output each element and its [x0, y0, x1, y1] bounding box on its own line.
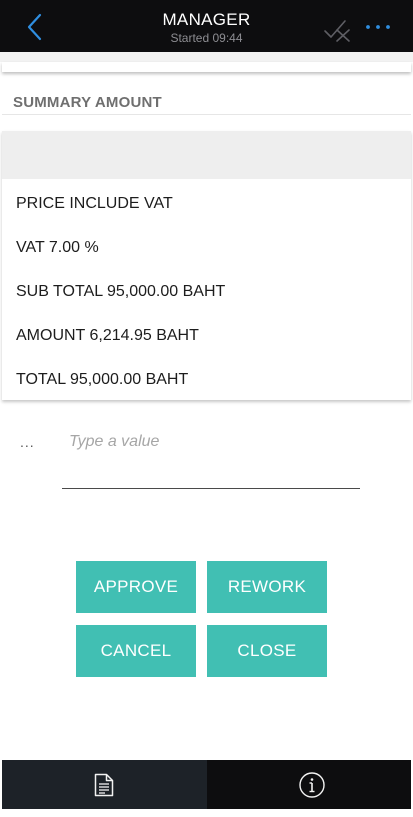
- input-prefix: ...: [20, 434, 35, 450]
- header-divider: [0, 52, 413, 62]
- document-icon: [94, 773, 114, 797]
- summary-row: VAT 7.00 %: [16, 239, 99, 256]
- summary-row: TOTAL 95,000.00 BAHT: [16, 371, 189, 388]
- bottom-tab-bar: [2, 760, 411, 809]
- app-screen: MANAGER Started 09:44 SUMMARY AMOUNT PRI…: [0, 0, 413, 817]
- tab-info[interactable]: [207, 760, 411, 809]
- summary-row: SUB TOTAL 95,000.00 BAHT: [16, 283, 226, 300]
- summary-row: AMOUNT 6,214.95 BAHT: [16, 327, 199, 344]
- summary-card: PRICE INCLUDE VAT VAT 7.00 % SUB TOTAL 9…: [2, 131, 411, 400]
- value-input[interactable]: [62, 425, 360, 489]
- close-button[interactable]: CLOSE: [207, 625, 327, 677]
- more-horizontal-icon[interactable]: [364, 17, 392, 37]
- section-header: SUMMARY AMOUNT: [2, 84, 411, 115]
- approve-button[interactable]: APPROVE: [76, 561, 196, 613]
- summary-row: PRICE INCLUDE VAT: [16, 195, 173, 212]
- summary-card-header-band: [2, 131, 411, 179]
- rework-button[interactable]: REWORK: [207, 561, 327, 613]
- cancel-button[interactable]: CANCEL: [76, 625, 196, 677]
- previous-card-edge: [2, 62, 411, 72]
- top-nav-bar: MANAGER Started 09:44: [0, 0, 413, 52]
- info-icon: [299, 772, 325, 798]
- section-title: SUMMARY AMOUNT: [13, 94, 162, 111]
- checkmark-disabled-icon[interactable]: [322, 16, 354, 42]
- tab-document[interactable]: [2, 760, 207, 809]
- footer-gap: [0, 809, 413, 817]
